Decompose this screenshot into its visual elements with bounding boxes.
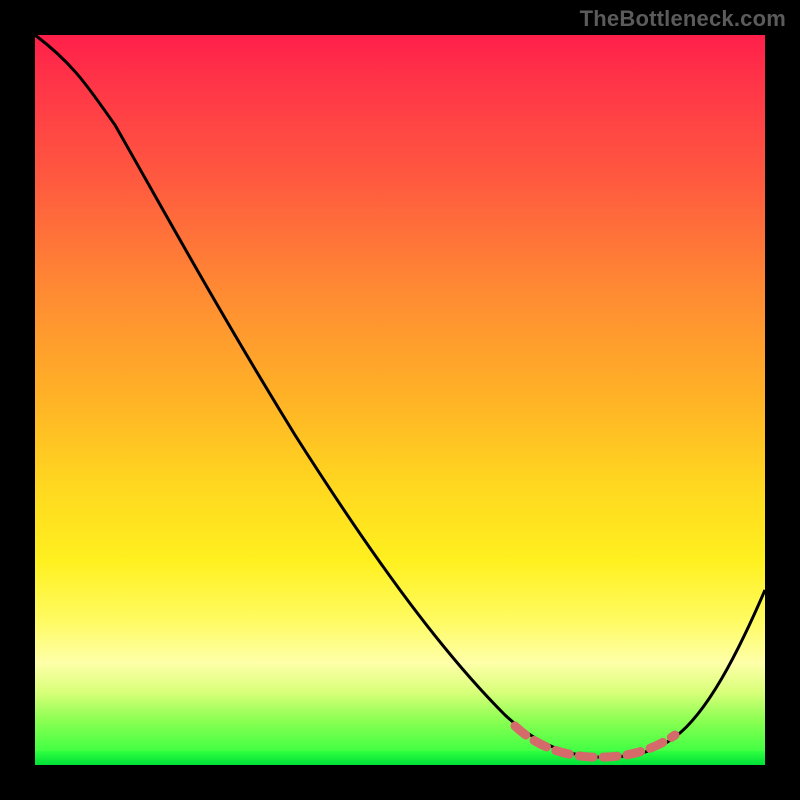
highlight-segment	[515, 726, 675, 757]
plot-area	[35, 35, 765, 765]
curve-svg	[35, 35, 765, 765]
chart-frame: TheBottleneck.com	[0, 0, 800, 800]
bottleneck-curve	[35, 35, 765, 757]
watermark-text: TheBottleneck.com	[580, 6, 786, 32]
